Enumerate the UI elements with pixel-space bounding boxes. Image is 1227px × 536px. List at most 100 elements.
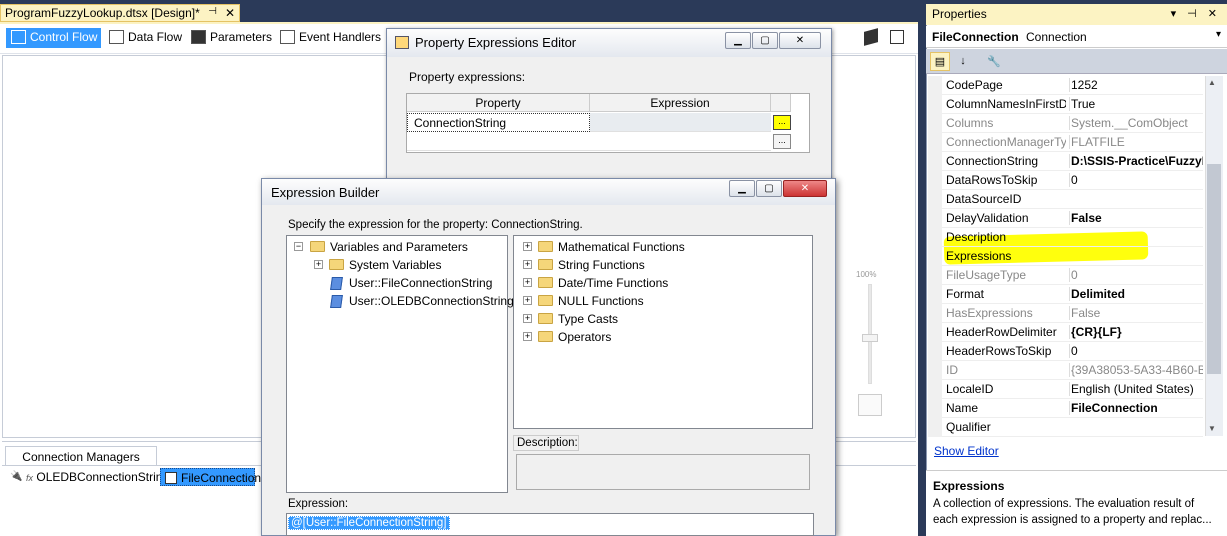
tab-label: Event Handlers (299, 30, 382, 44)
property-row[interactable]: CodePage 1252 (928, 76, 1203, 95)
tree-node-functions[interactable]: + Mathematical Functions (521, 238, 685, 256)
property-row[interactable]: HeaderRowsToSkip 0 (928, 342, 1203, 361)
expression-text[interactable]: @[User::FileConnectionString] (288, 516, 450, 530)
show-editor-link[interactable]: Show Editor (934, 444, 999, 458)
dialog-title: Property Expressions Editor (415, 35, 577, 50)
table-cell-expression[interactable] (590, 113, 771, 132)
property-row[interactable]: DataRowsToSkip 0 (928, 171, 1203, 190)
property-expressions-label: Property expressions: (409, 70, 526, 84)
plug-icon: 🔌 (10, 471, 23, 482)
minimize-button[interactable]: ▁ (725, 32, 751, 49)
dialog-icon (395, 36, 409, 49)
zoom-fit-icon[interactable] (858, 394, 882, 416)
expand-icon[interactable]: + (523, 296, 532, 305)
property-row-expressions[interactable]: Expressions (928, 247, 1203, 266)
chevron-down-icon[interactable]: ▾ (1216, 29, 1221, 40)
zoom-thumb[interactable] (862, 334, 878, 342)
ellipsis-button[interactable]: ... (773, 115, 791, 130)
expand-icon[interactable]: + (523, 332, 532, 341)
pin-icon[interactable]: ⊣ (208, 6, 217, 17)
column-header-blank (771, 94, 791, 112)
connection-file[interactable]: FileConnection (160, 468, 261, 486)
expand-icon[interactable]: + (523, 260, 532, 269)
object-type: Connection (1026, 30, 1087, 44)
variables-icon[interactable] (890, 30, 904, 44)
maximize-button[interactable]: ▢ (752, 32, 778, 49)
property-row[interactable]: HasExpressions False (928, 304, 1203, 323)
flat-file-icon (165, 472, 177, 484)
zoom-label: 100% (856, 270, 877, 279)
column-header-expression[interactable]: Expression (590, 94, 771, 112)
categorized-icon[interactable]: ▤ (930, 52, 950, 71)
parameters-icon (191, 30, 206, 44)
window-buttons[interactable]: ▾ ⊣ ✕ (1171, 7, 1221, 20)
close-icon[interactable]: ✕ (225, 6, 235, 20)
zoom-control[interactable]: 100% (856, 270, 886, 420)
property-pages-icon[interactable]: 🔧 (984, 52, 1004, 71)
properties-title: Properties (932, 7, 987, 21)
scroll-down-icon[interactable]: ▼ (1208, 424, 1216, 433)
event-handlers-icon (280, 30, 295, 44)
tree-node-functions[interactable]: + Type Casts (521, 310, 618, 328)
close-button[interactable]: ✕ (779, 32, 821, 49)
tree-node-functions[interactable]: + Operators (521, 328, 611, 346)
expand-icon[interactable]: + (314, 260, 323, 269)
expand-icon[interactable]: + (523, 242, 532, 251)
connection-label: OLEDBConnectionString (36, 470, 170, 484)
folder-icon (538, 313, 553, 324)
tree-node-variable[interactable]: User::OLEDBConnectionString (330, 292, 514, 310)
property-row[interactable]: DataSourceID (928, 190, 1203, 209)
property-row[interactable]: FileUsageType 0 (928, 266, 1203, 285)
property-row[interactable]: ID {39A38053-5A33-4B60-BB (928, 361, 1203, 380)
table-cell-property[interactable]: ConnectionString (407, 113, 590, 132)
property-row[interactable]: Format Delimited (928, 285, 1203, 304)
connection-managers-tab[interactable]: Connection Managers (5, 446, 157, 466)
tab-data-flow[interactable]: Data Flow (104, 28, 182, 48)
property-row[interactable]: ConnectionManagerTy FLATFILE (928, 133, 1203, 152)
tree-node-variable[interactable]: User::FileConnectionString (330, 274, 492, 292)
tab-label: Parameters (210, 30, 273, 44)
property-row[interactable]: ConnectionString D:\SSIS-Practice\FuzzyL (928, 152, 1203, 171)
scroll-up-icon[interactable]: ▲ (1208, 78, 1216, 87)
property-row[interactable]: HeaderRowDelimiter {CR}{LF} (928, 323, 1203, 342)
property-row[interactable]: Description (928, 228, 1203, 247)
property-row[interactable]: Columns System.__ComObject (928, 114, 1203, 133)
table-cell-expression[interactable] (590, 132, 771, 151)
tree-node-functions[interactable]: + Date/Time Functions (521, 274, 668, 292)
property-row[interactable]: LocaleID English (United States) (928, 380, 1203, 399)
tree-node-functions[interactable]: + NULL Functions (521, 292, 644, 310)
maximize-button[interactable]: ▢ (756, 180, 782, 197)
expand-icon[interactable]: + (523, 314, 532, 323)
ellipsis-button[interactable]: ... (773, 134, 791, 149)
column-header-property[interactable]: Property (407, 94, 590, 112)
tree-node-functions[interactable]: + String Functions (521, 256, 645, 274)
property-row[interactable]: DelayValidation False (928, 209, 1203, 228)
collapse-icon[interactable]: − (294, 242, 303, 251)
document-tab[interactable]: ProgramFuzzyLookup.dtsx [Design]* ⊣ ✕ (0, 4, 240, 22)
variable-icon (330, 277, 343, 290)
connection-oledb[interactable]: 🔌 fx OLEDBConnectionString (6, 468, 169, 486)
tab-parameters[interactable]: Parameters (186, 28, 272, 48)
property-row[interactable]: Name FileConnection (928, 399, 1203, 418)
folder-icon (538, 331, 553, 342)
object-selector[interactable]: FileConnection Connection ▾ (926, 26, 1227, 48)
folder-icon (329, 259, 344, 270)
tab-label: Data Flow (128, 30, 183, 44)
connection-label: FileConnection (181, 471, 262, 485)
control-flow-icon (11, 30, 26, 44)
minimize-button[interactable]: ▁ (729, 180, 755, 197)
folder-icon (538, 295, 553, 306)
scrollbar-thumb[interactable] (1207, 164, 1221, 374)
alphabetical-icon[interactable]: ↓ (953, 52, 973, 71)
tab-event-handlers[interactable]: Event Handlers (275, 28, 382, 48)
tree-node-system-variables[interactable]: + System Variables (312, 256, 441, 274)
expand-icon[interactable]: + (523, 278, 532, 287)
close-button[interactable]: ✕ (783, 180, 827, 197)
expression-label: Expression: (288, 498, 349, 510)
property-row[interactable]: ColumnNamesInFirstD True (928, 95, 1203, 114)
tree-node-variables-and-parameters[interactable]: − Variables and Parameters (292, 238, 468, 256)
variable-icon (330, 295, 343, 308)
tab-control-flow[interactable]: Control Flow (6, 28, 101, 48)
property-row[interactable]: Qualifier (928, 418, 1203, 437)
table-cell-property[interactable] (407, 132, 590, 151)
